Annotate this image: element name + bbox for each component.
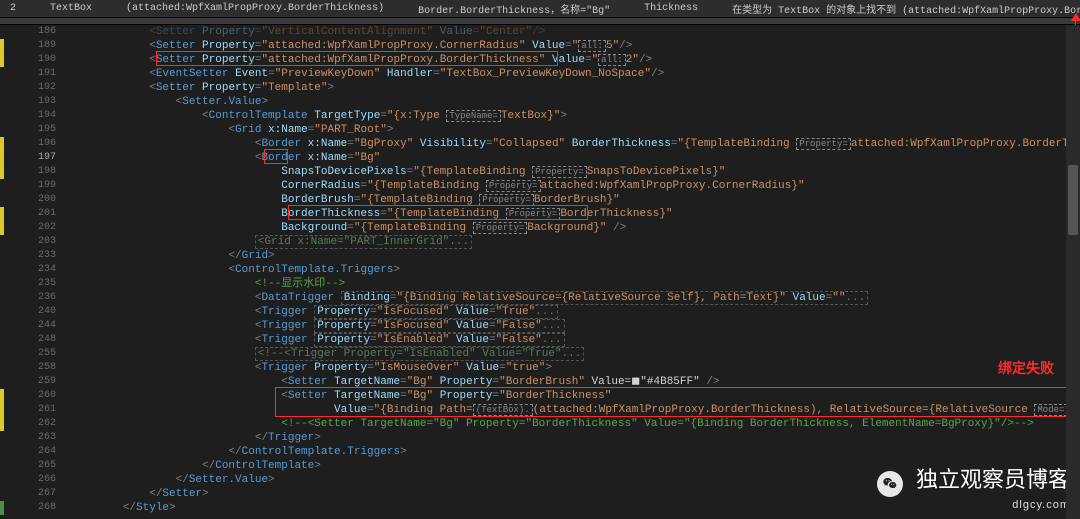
code-line[interactable]: <Trigger Property="IsFocused" Value="Fal… <box>70 319 1080 333</box>
code-line[interactable]: <EventSetter Event="PreviewKeyDown" Hand… <box>70 67 1080 81</box>
code-line[interactable]: SnapsToDevicePixels="{TemplateBinding Pr… <box>70 165 1080 179</box>
code-line[interactable]: <Setter Property="VerticalContentAlignme… <box>70 25 1080 39</box>
code-line[interactable]: <Border x:Name="BgProxy" Visibility="Col… <box>70 137 1080 151</box>
code-editor[interactable]: 1861891901911921931941951961971981992002… <box>0 25 1080 519</box>
watermark-sub: dlgcy.com <box>877 499 1070 511</box>
code-line[interactable]: </Trigger> <box>70 431 1080 445</box>
code-area[interactable]: <Setter Property="VerticalContentAlignme… <box>60 25 1080 519</box>
error-bar: 2 TextBox (attached:WpfXamlPropProxy.Bor… <box>0 0 1080 18</box>
error-count: 2 <box>10 3 16 14</box>
code-line[interactable]: <Setter.Value> <box>70 95 1080 109</box>
vertical-scrollbar[interactable] <box>1066 25 1080 519</box>
code-line[interactable]: Background="{TemplateBinding Property=Ba… <box>70 221 1080 235</box>
code-line[interactable]: <Grid x:Name="PART_InnerGrid"... <box>70 235 1080 249</box>
code-line[interactable]: <Setter Property="attached:WpfXamlPropPr… <box>70 39 1080 53</box>
code-line[interactable]: CornerRadius="{TemplateBinding Property=… <box>70 179 1080 193</box>
code-line[interactable]: <Setter TargetName="Bg" Property="Border… <box>70 375 1080 389</box>
code-line[interactable]: <ControlTemplate TargetType="{x:Type Typ… <box>70 109 1080 123</box>
code-line[interactable]: <Trigger Property="IsMouseOver" Value="t… <box>70 361 1080 375</box>
code-line[interactable]: <Setter Property="attached:WpfXamlPropPr… <box>70 53 1080 67</box>
scroll-top[interactable] <box>0 18 1080 25</box>
error-col4: Thickness <box>644 3 698 14</box>
code-line[interactable]: <Border x:Name="Bg" <box>70 151 1080 165</box>
code-line[interactable]: Value="{Binding Path=(TextBox).(attached… <box>70 403 1080 417</box>
watermark-title: 独立观察员博客 <box>916 467 1070 492</box>
code-line[interactable]: <Trigger Property="IsFocused" Value="Tru… <box>70 305 1080 319</box>
watermark: 独立观察员博客 dlgcy.com <box>877 462 1070 511</box>
code-line[interactable]: </ControlTemplate.Triggers> <box>70 445 1080 459</box>
code-line[interactable]: <Setter Property="Template"> <box>70 81 1080 95</box>
annotation-label: 绑定失败 <box>998 358 1054 378</box>
code-line[interactable]: </Grid> <box>70 249 1080 263</box>
code-line[interactable]: <DataTrigger Binding="{Binding RelativeS… <box>70 291 1080 305</box>
code-line[interactable]: BorderBrush="{TemplateBinding Property=B… <box>70 193 1080 207</box>
scrollbar-thumb[interactable] <box>1068 165 1078 235</box>
error-col3: Border.BorderThickness，名称="Bg" <box>418 1 610 17</box>
code-line[interactable]: <!--<Trigger Property="IsEnabled" Value=… <box>70 347 1080 361</box>
error-col5: 在类型为 TextBox 的对象上找不到 (attached:WpfXamlPr… <box>732 1 1080 17</box>
code-line[interactable]: <Setter TargetName="Bg" Property="Border… <box>70 389 1080 403</box>
code-line[interactable]: <Trigger Property="IsEnabled" Value="Fal… <box>70 333 1080 347</box>
line-number-gutter: 1861891901911921931941951961971981992002… <box>0 25 60 519</box>
wechat-icon <box>877 471 903 497</box>
error-col2: (attached:WpfXamlPropProxy.BorderThickne… <box>126 3 384 14</box>
code-line[interactable]: <!--<Setter TargetName="Bg" Property="Bo… <box>70 417 1080 431</box>
code-line[interactable]: <Grid x:Name="PART_Root"> <box>70 123 1080 137</box>
error-col1: TextBox <box>50 3 92 14</box>
code-line[interactable]: <!--显示水印--> <box>70 277 1080 291</box>
code-line[interactable]: <ControlTemplate.Triggers> <box>70 263 1080 277</box>
code-line[interactable]: BorderThickness="{TemplateBinding Proper… <box>70 207 1080 221</box>
